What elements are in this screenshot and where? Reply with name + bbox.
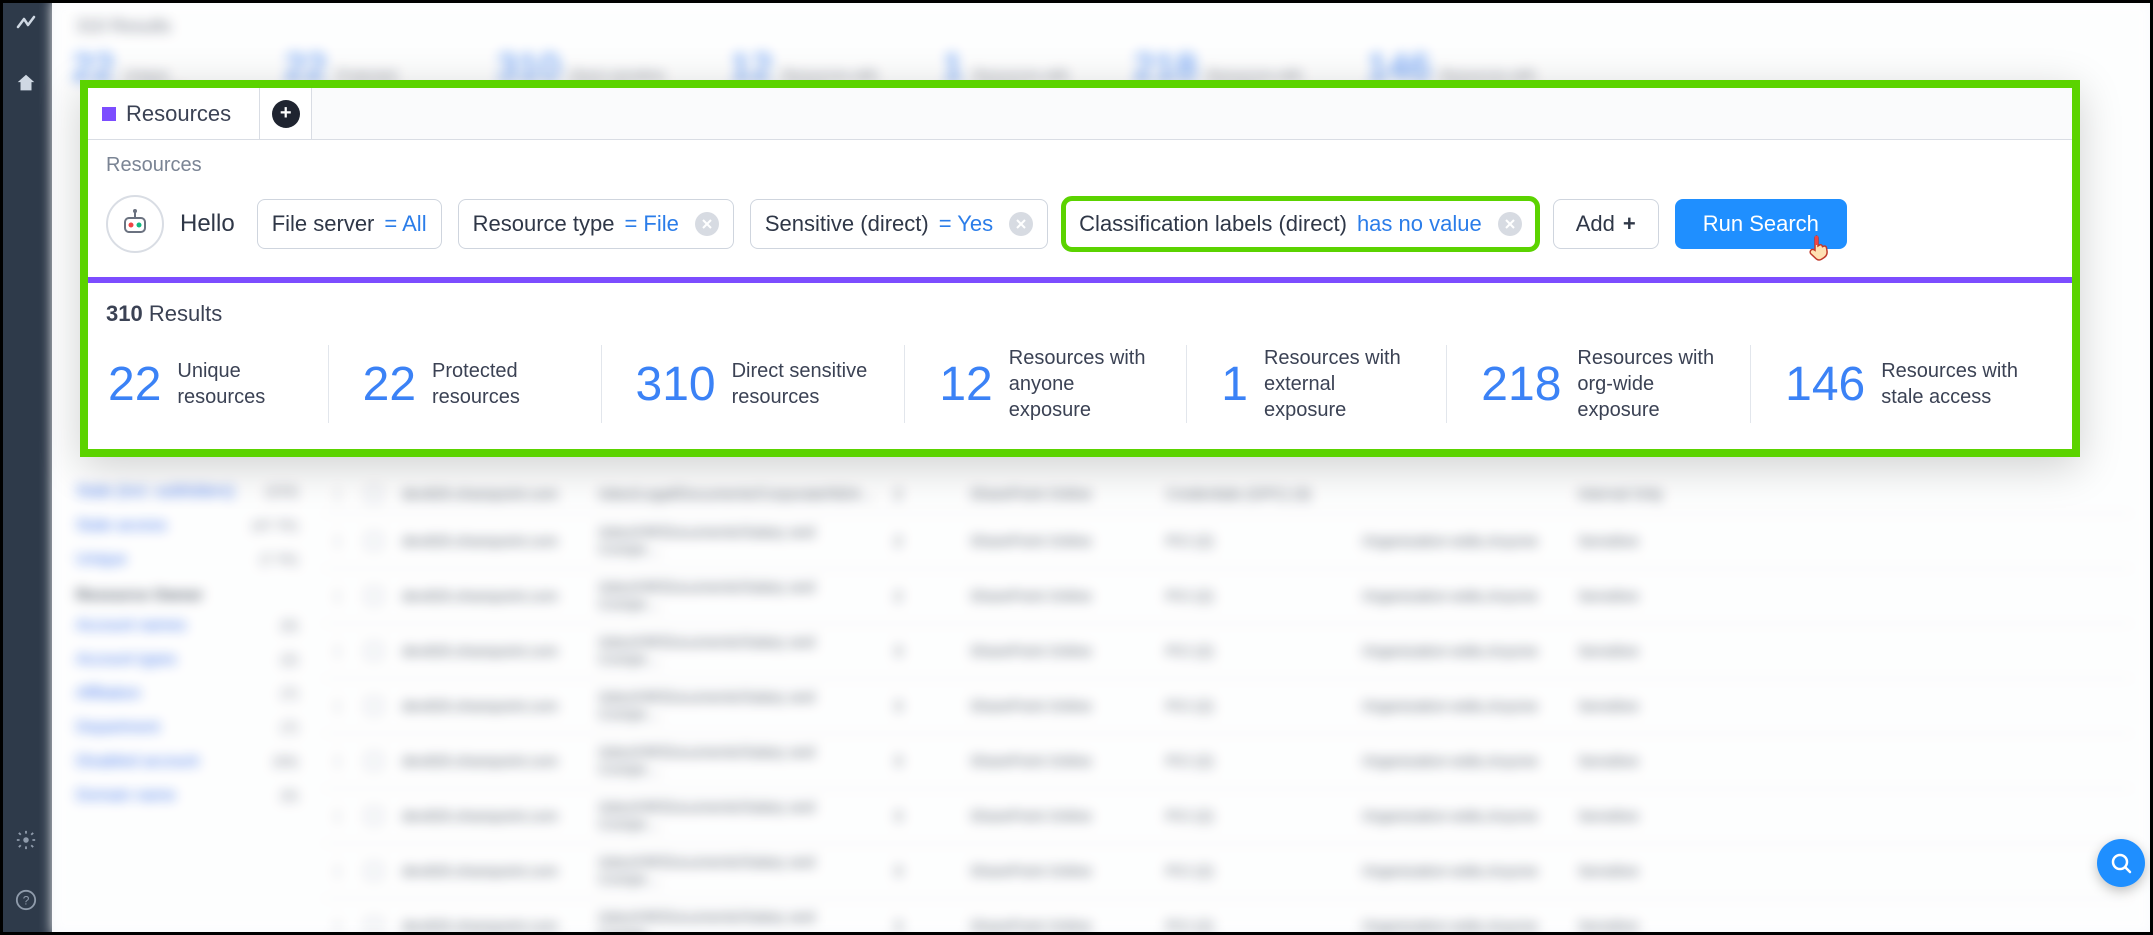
stat-6: 146 Resources with stale access bbox=[1751, 345, 2054, 423]
query-row: Hello File server = All Resource type = F… bbox=[106, 195, 2054, 253]
tab-label: Resources bbox=[126, 101, 231, 127]
remove-filter-icon[interactable] bbox=[1498, 212, 1522, 236]
results-count: 310 Results bbox=[106, 301, 2054, 327]
left-nav-rail: ? bbox=[0, 0, 52, 935]
tab-bar-empty bbox=[312, 88, 2072, 139]
greeting-text: Hello bbox=[180, 210, 235, 238]
plus-icon: + bbox=[1623, 211, 1636, 237]
stat-label: Resources with stale access bbox=[1881, 358, 2020, 410]
stat-3: 12 Resources with anyone exposure bbox=[905, 345, 1187, 423]
results-summary: 310 Results 22 Unique resources 22 Protecte… bbox=[88, 283, 2072, 449]
stat-number: 1 bbox=[1221, 357, 1248, 412]
add-filter-button[interactable]: Add + bbox=[1553, 199, 1659, 249]
add-filter-label: Add bbox=[1576, 211, 1615, 237]
filter-field: File server bbox=[272, 211, 375, 237]
bg-results-header: 310 Results bbox=[76, 16, 2133, 37]
section-label: Resources bbox=[106, 154, 2054, 177]
filter-pill-2[interactable]: Sensitive (direct) = Yes bbox=[750, 199, 1048, 249]
stat-label: Resources with anyone exposure bbox=[1009, 345, 1153, 423]
filter-field: Resource type bbox=[473, 211, 615, 237]
bot-avatar-icon bbox=[106, 195, 164, 253]
run-search-label: Run Search bbox=[1703, 211, 1819, 237]
tab-color-square bbox=[102, 107, 116, 121]
home-icon[interactable] bbox=[11, 68, 41, 98]
add-tab-button[interactable]: + bbox=[260, 88, 312, 139]
cursor-pointer-icon bbox=[1807, 233, 1833, 263]
filter-field: Classification labels (direct) bbox=[1079, 211, 1347, 237]
help-rail-icon[interactable]: ? bbox=[11, 885, 41, 915]
results-count-suffix: Results bbox=[149, 301, 222, 326]
highlighted-search-panel: Resources + Resources Hello File server … bbox=[80, 80, 2080, 457]
stat-1: 22 Protected resources bbox=[329, 345, 602, 423]
results-count-number: 310 bbox=[106, 301, 143, 326]
stat-number: 218 bbox=[1481, 357, 1561, 412]
stat-label: Resources with external exposure bbox=[1264, 345, 1412, 423]
stats-row: 22 Unique resources 22 Protected resources 3… bbox=[106, 345, 2054, 423]
run-search-button[interactable]: Run Search bbox=[1675, 199, 1847, 249]
remove-filter-icon[interactable] bbox=[1009, 212, 1033, 236]
plus-icon: + bbox=[272, 100, 300, 128]
filter-pill-1[interactable]: Resource type = File bbox=[458, 199, 734, 249]
query-builder-area: Resources Hello File server = All Resourc… bbox=[88, 140, 2072, 277]
gear-icon[interactable] bbox=[11, 825, 41, 855]
help-fab-button[interactable] bbox=[2097, 839, 2145, 887]
stat-2: 310 Direct sensitive resources bbox=[602, 345, 906, 423]
filter-pill-3[interactable]: Classification labels (direct) has no va… bbox=[1064, 199, 1537, 249]
stat-number: 310 bbox=[636, 357, 716, 412]
stat-4: 1 Resources with external exposure bbox=[1187, 345, 1447, 423]
tab-resources[interactable]: Resources bbox=[88, 88, 260, 139]
svg-text:?: ? bbox=[23, 894, 30, 908]
stat-number: 22 bbox=[108, 357, 161, 412]
logo-icon[interactable] bbox=[11, 8, 41, 38]
stat-label: Direct sensitive resources bbox=[732, 358, 871, 410]
stat-label: Protected resources bbox=[432, 358, 567, 410]
stat-0: 22 Unique resources bbox=[106, 345, 329, 423]
stat-number: 146 bbox=[1785, 357, 1865, 412]
remove-filter-icon[interactable] bbox=[695, 212, 719, 236]
filter-pill-0[interactable]: File server = All bbox=[257, 199, 442, 249]
stat-label: Unique resources bbox=[177, 358, 293, 410]
stat-label: Resources with org-wide exposure bbox=[1577, 345, 1716, 423]
tab-bar: Resources + bbox=[88, 88, 2072, 140]
stat-number: 12 bbox=[939, 357, 992, 412]
stat-number: 22 bbox=[363, 357, 416, 412]
filter-field: Sensitive (direct) bbox=[765, 211, 929, 237]
stat-5: 218 Resources with org-wide exposure bbox=[1447, 345, 1751, 423]
